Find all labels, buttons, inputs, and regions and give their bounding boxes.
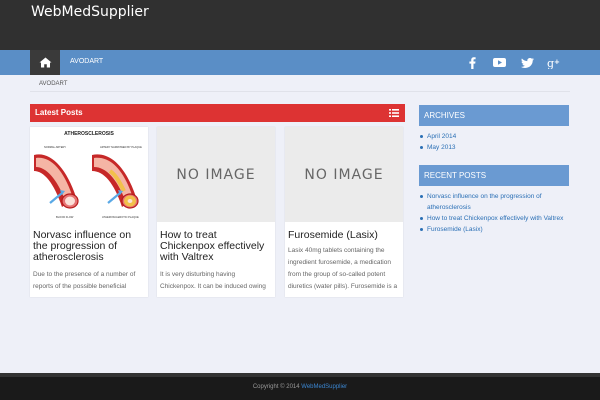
google-plus-icon: g + bbox=[547, 57, 560, 69]
footer-copyright: Copyright © 2014 WebMedSupplier bbox=[0, 384, 600, 390]
home-button[interactable] bbox=[30, 50, 60, 75]
post-card[interactable]: NO IMAGE Furosemide (Lasix) Lasix 40mg t… bbox=[285, 127, 403, 297]
illustration-title: ATHEROSCLEROSIS bbox=[64, 131, 114, 137]
youtube-icon bbox=[492, 58, 506, 67]
facebook-button[interactable] bbox=[459, 50, 485, 75]
twitter-button[interactable] bbox=[514, 50, 540, 75]
home-icon bbox=[39, 57, 51, 68]
footer-site-link[interactable]: WebMedSupplier bbox=[301, 384, 347, 390]
breadcrumb-divider bbox=[30, 91, 570, 92]
twitter-icon bbox=[520, 57, 534, 68]
illustration-label: ATHEROSCLEROTIC PLAQUE bbox=[102, 215, 139, 219]
svg-text:g: g bbox=[547, 57, 554, 69]
archive-link[interactable]: April 2014 bbox=[419, 131, 569, 142]
archives-heading: ARCHIVES bbox=[424, 111, 465, 120]
post-excerpt: Due to the presence of a number of repor… bbox=[33, 271, 136, 290]
nav-item-avodart[interactable]: AVODART bbox=[70, 58, 103, 65]
post-thumbnail[interactable]: NO IMAGE bbox=[157, 127, 275, 222]
post-title[interactable]: Furosemide (Lasix) bbox=[288, 230, 402, 241]
main-nav: AVODART g + bbox=[0, 50, 600, 75]
post-excerpt: Lasix 40mg tablets containing the ingred… bbox=[288, 247, 398, 290]
post-thumbnail[interactable]: ATHEROSCLEROSIS NORMAL ARTERY ARTERY NAR… bbox=[30, 127, 148, 222]
facebook-icon bbox=[468, 56, 476, 69]
illustration-label: BLOOD FLOW bbox=[56, 215, 74, 219]
list-view-icon[interactable] bbox=[389, 108, 399, 118]
latest-posts-header: Latest Posts bbox=[30, 104, 405, 122]
breadcrumb[interactable]: AVODART bbox=[39, 81, 67, 87]
site-header: WebMedSupplier bbox=[0, 0, 600, 50]
copyright-text: Copyright © 2014 bbox=[252, 384, 300, 390]
youtube-button[interactable] bbox=[486, 50, 512, 75]
post-title[interactable]: How to treat Chickenpox effectively with… bbox=[160, 230, 274, 263]
recent-post-link[interactable]: How to treat Chickenpox effectively with… bbox=[419, 213, 569, 224]
illustration-label: ARTERY NARROWED BY PLAQUE bbox=[100, 145, 142, 149]
recent-post-link[interactable]: Furosemide (Lasix) bbox=[419, 224, 569, 235]
google-plus-button[interactable]: g + bbox=[541, 50, 567, 75]
no-image-placeholder: NO IMAGE bbox=[304, 166, 384, 183]
archives-widget-header: ARCHIVES bbox=[419, 105, 569, 126]
illustration-label: NORMAL ARTERY bbox=[44, 145, 66, 149]
archives-list: April 2014 May 2013 bbox=[419, 131, 569, 153]
recent-posts-heading: RECENT POSTS bbox=[424, 171, 487, 180]
recent-post-link[interactable]: Norvasc influence on the progression of … bbox=[419, 191, 569, 213]
svg-text:+: + bbox=[554, 58, 560, 66]
post-excerpt: It is very disturbing having Chickenpox.… bbox=[160, 271, 266, 290]
no-image-placeholder: NO IMAGE bbox=[176, 166, 256, 183]
atherosclerosis-illustration: ATHEROSCLEROSIS NORMAL ARTERY ARTERY NAR… bbox=[34, 131, 142, 219]
latest-posts-title: Latest Posts bbox=[35, 108, 83, 117]
post-thumbnail[interactable]: NO IMAGE bbox=[285, 127, 403, 222]
post-card[interactable]: NO IMAGE How to treat Chickenpox effecti… bbox=[157, 127, 275, 297]
recent-posts-list: Norvasc influence on the progression of … bbox=[419, 191, 569, 235]
recent-posts-widget-header: RECENT POSTS bbox=[419, 165, 569, 186]
site-title[interactable]: WebMedSupplier bbox=[31, 4, 149, 20]
site-footer: Copyright © 2014 WebMedSupplier bbox=[0, 377, 600, 400]
post-title[interactable]: Norvasc influence on the progression of … bbox=[33, 230, 147, 263]
post-card[interactable]: ATHEROSCLEROSIS NORMAL ARTERY ARTERY NAR… bbox=[30, 127, 148, 297]
archive-link[interactable]: May 2013 bbox=[419, 142, 569, 153]
